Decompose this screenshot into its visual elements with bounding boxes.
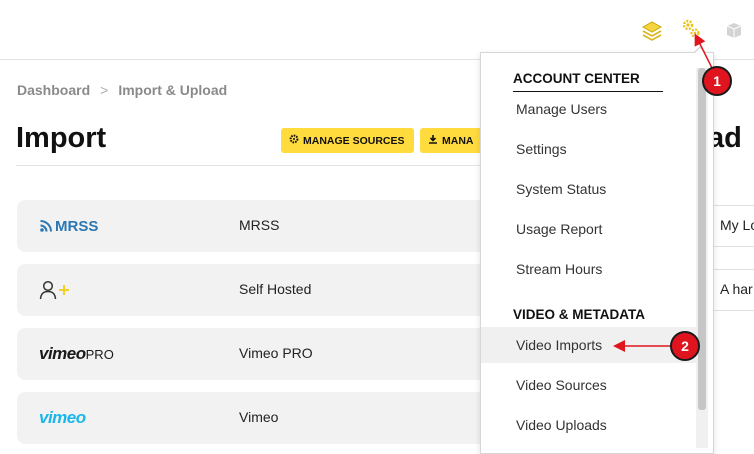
add-user-icon xyxy=(39,264,75,316)
menu-item-label: System Status xyxy=(516,181,607,197)
vimeo-pro-logo-suffix: PRO xyxy=(85,347,114,362)
rss-icon xyxy=(40,220,52,232)
box-icon[interactable] xyxy=(722,18,746,42)
vimeo-pro-logo: vimeoPRO xyxy=(39,328,114,380)
menu-item-label: Video Uploads xyxy=(516,417,607,433)
menu-item-video-imports[interactable]: Video Imports xyxy=(481,327,697,363)
source-name: Self Hosted xyxy=(239,281,312,297)
menu-item-usage-report[interactable]: Usage Report xyxy=(481,211,697,247)
gears-icon[interactable] xyxy=(680,18,704,42)
breadcrumb-separator: > xyxy=(100,82,109,98)
breadcrumb: Dashboard > Import & Upload xyxy=(17,82,227,98)
menu-item-label: Settings xyxy=(516,141,567,157)
page-title: Import xyxy=(16,122,107,154)
side-card-1[interactable]: My Lo xyxy=(710,205,754,247)
vimeo-logo-text: vimeo xyxy=(39,408,86,427)
source-row-vimeo[interactable]: vimeo Vimeo xyxy=(17,392,487,444)
side-card-2-text: A har xyxy=(720,281,753,297)
menu-item-label: Video Sources xyxy=(516,377,607,393)
source-name: MRSS xyxy=(239,217,280,233)
manage-sources-label: MANAGE SOURCES xyxy=(303,134,405,147)
breadcrumb-import-upload: Import & Upload xyxy=(118,82,228,98)
side-card-2[interactable]: A har xyxy=(710,269,754,311)
vimeo-pro-logo-text: vimeo xyxy=(39,344,86,363)
source-name: Vimeo PRO xyxy=(239,345,313,361)
menu-item-label: Video Imports xyxy=(516,337,603,353)
source-row-mrss[interactable]: MRSS MRSS xyxy=(17,200,487,252)
manage-button-2[interactable]: MANA xyxy=(420,128,484,153)
annotation-marker-1: 1 xyxy=(702,66,732,96)
breadcrumb-dashboard[interactable]: Dashboard xyxy=(17,82,90,98)
manage-button-2-label: MANA xyxy=(442,134,474,147)
side-card-1-text: My Lo xyxy=(720,217,754,233)
manage-sources-button[interactable]: MANAGE SOURCES xyxy=(281,128,414,153)
section-account-center: ACCOUNT CENTER xyxy=(513,71,663,92)
vimeo-logo: vimeo xyxy=(39,392,86,444)
download-icon xyxy=(428,134,438,147)
gear-icon xyxy=(289,134,299,147)
menu-item-video-sources[interactable]: Video Sources xyxy=(481,367,697,403)
menu-item-manage-users[interactable]: Manage Users xyxy=(481,91,697,127)
top-bar xyxy=(0,0,754,60)
menu-item-label: Manage Users xyxy=(516,101,608,117)
menu-item-label: Stream Hours xyxy=(516,261,603,277)
menu-item-label: Usage Report xyxy=(516,221,603,237)
settings-dropdown-menu: ACCOUNT CENTER Manage Users Settings Sys… xyxy=(480,52,714,454)
mrss-logo: MRSS xyxy=(39,200,98,252)
title-divider xyxy=(16,165,480,166)
section-video-metadata: VIDEO & METADATA xyxy=(513,307,663,328)
source-row-self-hosted[interactable]: Self Hosted xyxy=(17,264,487,316)
menu-item-video-uploads[interactable]: Video Uploads xyxy=(481,407,697,443)
source-row-vimeo-pro[interactable]: vimeoPRO Vimeo PRO xyxy=(17,328,487,380)
menu-item-system-status[interactable]: System Status xyxy=(481,171,697,207)
source-name: Vimeo xyxy=(239,409,279,425)
annotation-marker-2: 2 xyxy=(670,331,700,361)
menu-scrollbar-thumb[interactable] xyxy=(698,68,706,410)
menu-item-settings[interactable]: Settings xyxy=(481,131,697,167)
menu-item-stream-hours[interactable]: Stream Hours xyxy=(481,251,697,287)
layers-icon[interactable] xyxy=(640,18,664,42)
dropdown-caret-inner xyxy=(694,48,706,54)
mrss-logo-text: MRSS xyxy=(55,217,99,235)
